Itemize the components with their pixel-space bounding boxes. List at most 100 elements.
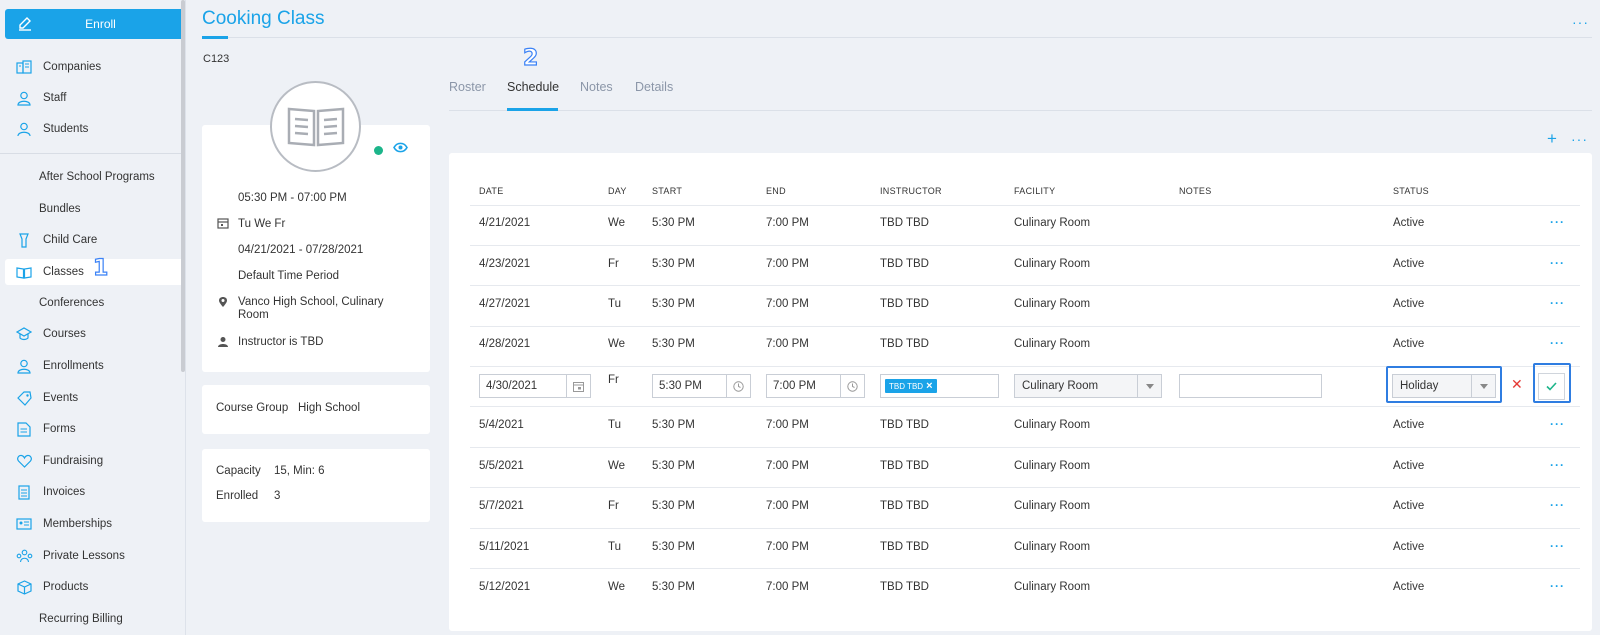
notes-input[interactable] [1179,374,1322,398]
instructor-chip[interactable]: TBD TBD × [885,379,937,393]
sidebar-item-bundles[interactable]: Bundles [5,196,185,222]
capacity-card [202,449,430,522]
sidebar-item-events[interactable]: Events [5,385,185,411]
tab-roster[interactable]: Roster [449,80,486,94]
class-location-line2: Room [238,309,269,321]
sidebar-item-label: Invoices [43,486,86,498]
sidebar-item-label: Students [43,123,89,135]
clock-icon[interactable] [726,375,750,397]
chip-remove-icon[interactable]: × [926,380,932,392]
sidebar-scrollbar[interactable] [181,0,185,372]
cell-instructor: TBD TBD [880,581,929,593]
sidebar-item-forms[interactable]: Forms [5,416,185,442]
enroll-button[interactable]: Enroll [5,9,184,39]
class-time-period: Default Time Period [238,270,339,282]
cell-instructor: TBD TBD [880,460,929,472]
box-icon [15,579,33,595]
cell-day: Tu [608,298,621,310]
tab-schedule[interactable]: Schedule [507,80,559,94]
open-book-icon [287,107,344,146]
staff-icon [15,90,33,106]
sidebar-item-private-lessons[interactable]: Private Lessons [5,543,185,569]
cell-end: 7:00 PM [766,581,809,593]
schedule-more-button[interactable]: ··· [1571,131,1588,147]
cell-start: 5:30 PM [652,541,695,553]
tab-notes[interactable]: Notes [580,80,613,94]
row-more-button[interactable]: ··· [1550,336,1565,350]
students-icon [15,121,33,137]
sidebar-item-students[interactable]: Students [5,116,185,142]
cell-end: 7:00 PM [766,258,809,270]
cell-start: 5:30 PM [652,581,695,593]
cell-facility: Culinary Room [1014,298,1091,310]
cell-status: Active [1393,217,1425,229]
start-time-input[interactable]: 5:30 PM [652,374,751,398]
row-divider [470,245,1580,246]
cell-day: Tu [608,541,621,553]
column-header-date: DATE [479,186,504,196]
cell-start: 5:30 PM [652,460,695,472]
class-instructor: Instructor is TBD [238,336,324,348]
sidebar-item-child-care[interactable]: Child Care [5,227,185,253]
date-input[interactable]: 4/30/2021 [479,374,591,398]
facility-select[interactable]: Culinary Room [1014,374,1162,398]
cell-status: Active [1393,460,1425,472]
sidebar-item-recurring-billing[interactable]: Recurring Billing [5,606,185,632]
row-more-button[interactable]: ··· [1550,579,1565,593]
sidebar-item-label: Memberships [43,518,113,530]
cell-status: Active [1393,581,1425,593]
sidebar-item-conferences[interactable]: Conferences [5,290,185,316]
cell-status: Active [1393,541,1425,553]
eye-icon[interactable] [393,142,408,156]
tab-details[interactable]: Details [635,80,673,94]
end-time-input[interactable]: 7:00 PM [766,374,865,398]
sidebar-item-memberships[interactable]: Memberships [5,511,185,537]
start-time-value: 5:30 PM [659,380,702,392]
confirm-edit-button[interactable] [1538,373,1565,400]
clock-icon[interactable] [840,375,864,397]
sidebar-item-label: After School Programs [39,171,155,183]
sidebar-item-invoices[interactable]: Invoices [5,479,185,505]
cell-start: 5:30 PM [652,338,695,350]
cell-status: Active [1393,338,1425,350]
row-divider [470,205,1580,206]
page-more-button[interactable]: ··· [1572,14,1589,30]
cell-facility: Culinary Room [1014,581,1091,593]
step-marker-1: 1 [92,255,109,281]
sidebar-item-label: Forms [43,423,76,435]
cell-start: 5:30 PM [652,500,695,512]
row-more-button[interactable]: ··· [1550,539,1565,553]
cell-start: 5:30 PM [652,217,695,229]
cell-end: 7:00 PM [766,338,809,350]
enrolled-value: 3 [274,490,281,502]
cell-day: We [608,581,626,593]
sidebar-item-courses[interactable]: Courses [5,321,185,347]
row-more-button[interactable]: ··· [1550,498,1565,512]
cell-end: 7:00 PM [766,298,809,310]
cell-end: 7:00 PM [766,500,809,512]
cell-date: 4/27/2021 [479,298,531,310]
add-schedule-button[interactable]: + [1547,129,1557,149]
row-more-button[interactable]: ··· [1550,215,1565,229]
location-pin-icon [219,297,227,307]
person-icon [218,337,228,347]
companies-icon [15,59,33,75]
book-icon [15,264,33,280]
calendar-picker-icon[interactable] [566,375,590,397]
status-select[interactable]: Holiday [1392,374,1496,398]
sidebar-item-staff[interactable]: Staff [5,85,185,111]
row-more-button[interactable]: ··· [1550,256,1565,270]
cell-facility: Culinary Room [1014,217,1091,229]
row-more-button[interactable]: ··· [1550,458,1565,472]
row-more-button[interactable]: ··· [1550,296,1565,310]
cell-facility: Culinary Room [1014,419,1091,431]
cancel-edit-button[interactable]: ✕ [1511,376,1523,393]
row-more-button[interactable]: ··· [1550,417,1565,431]
cell-facility: Culinary Room [1014,460,1091,472]
sidebar-item-after-school-programs[interactable]: After School Programs [5,164,185,190]
sidebar-item-fundraising[interactable]: Fundraising [5,448,185,474]
sidebar-item-products[interactable]: Products [5,574,185,600]
sidebar-item-companies[interactable]: Companies [5,54,185,80]
sidebar-item-enrollments[interactable]: Enrollments [5,353,185,379]
date-input-value: 4/30/2021 [486,380,538,392]
